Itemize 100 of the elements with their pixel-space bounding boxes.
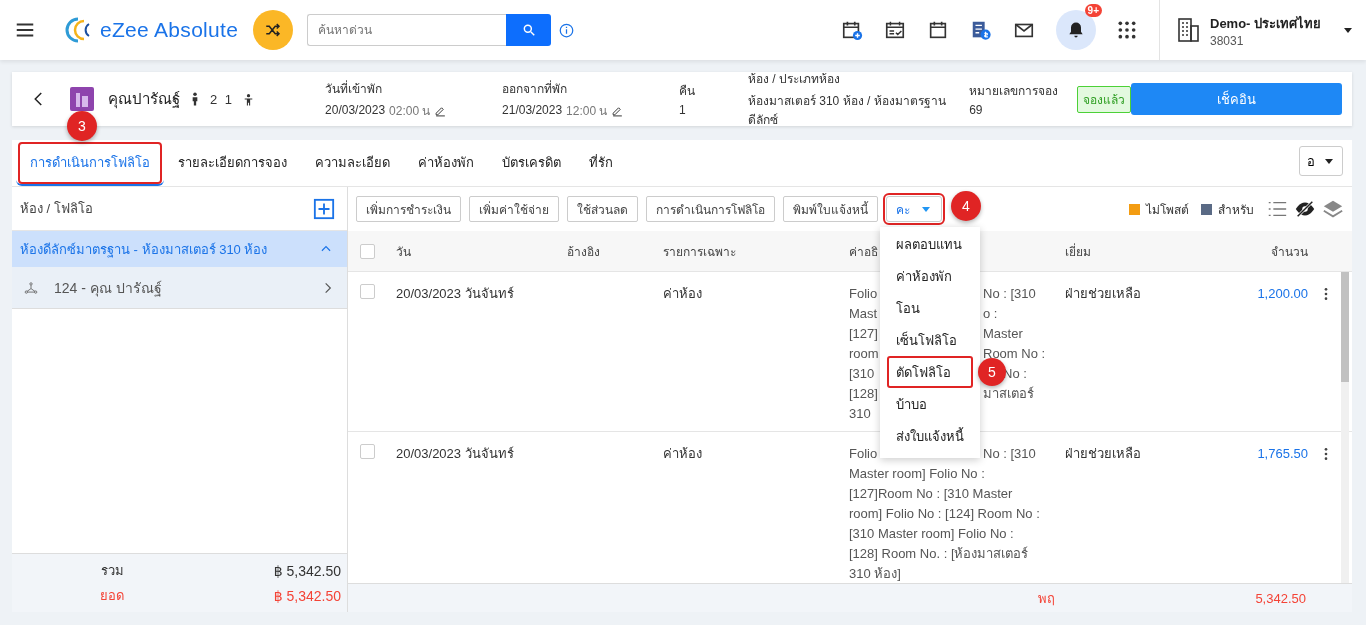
step-number-badge: 4 — [951, 191, 981, 221]
tab[interactable]: บัตรเครดิต — [488, 140, 575, 186]
field-value: 21/03/2023 — [502, 103, 563, 117]
toolbar-button[interactable]: เพิ่มการชำระเงิน — [356, 196, 461, 222]
calendar-add-icon — [841, 19, 863, 41]
field-label: ออกจากที่พัก — [502, 79, 569, 98]
description-text: [127]Room No : [310 Master — [849, 486, 1013, 501]
column-header: วัน — [396, 243, 411, 261]
total-label: รวม — [99, 562, 125, 580]
shuffle-button[interactable] — [253, 10, 294, 50]
table-cell-text: 20/03/2023 วันจันทร์ — [396, 445, 515, 463]
brand-name: eZee Absolute — [100, 18, 239, 42]
table-cell-text: ค่าห้อง — [663, 445, 703, 463]
apps-grid-icon — [1117, 20, 1137, 40]
calendar-icon — [927, 19, 949, 41]
column-header: ค่าอธิ — [849, 243, 878, 261]
guest-count: 2 1 — [210, 91, 235, 107]
field-label: หมายเลขการจอง — [969, 83, 1060, 100]
search-button[interactable] — [506, 14, 552, 46]
time-value: 12:00 น — [566, 102, 608, 120]
description-text: o : — [983, 306, 998, 321]
property-name: Demo- ประเทศไทย — [1210, 14, 1322, 33]
panel-title: ห้อง / โฟลิโอ — [20, 200, 93, 218]
field-label: คืน — [679, 83, 697, 100]
field-value: 20/03/2023 — [325, 103, 386, 117]
tab[interactable]: รายละเอียดการจอง — [164, 140, 301, 186]
description-text: [128] — [849, 386, 878, 401]
field-value: 1 — [679, 103, 686, 117]
description-text: มาสเตอร์ — [983, 386, 1034, 401]
description-text: [128] Room No. : [ห้องมาสเตอร์ — [849, 546, 1029, 561]
description-text: Folio — [849, 446, 878, 461]
hotel-icon — [70, 87, 94, 111]
menu-item[interactable]: ตัดโฟลิโอ — [887, 356, 973, 388]
description-text: Folio — [849, 286, 878, 301]
search-field[interactable]: ค้นหาด่วน — [307, 14, 507, 46]
description-text: Room No : — [983, 346, 1046, 361]
total-value: ฿ 5,342.50 — [272, 587, 341, 604]
total-label: ยอด — [99, 587, 125, 605]
footer-label: พฤ — [1038, 589, 1056, 608]
search-icon — [521, 23, 536, 37]
tab[interactable]: ค่าห้องพัก — [404, 140, 488, 186]
description-text: room] Folio No : [124] Room No : — [849, 506, 1040, 521]
step-number-badge: 5 — [978, 358, 1006, 386]
footer-total: 5,342.50 — [1255, 590, 1306, 606]
toolbar-button[interactable]: การดำเนินการโฟลิโอ — [646, 196, 775, 222]
table-cell-text: ฝ่ายช่วยเหลือ — [1065, 445, 1142, 463]
step-number-badge: 3 — [67, 111, 97, 141]
field-label: ห้อง / ประเภทห้อง — [747, 71, 841, 88]
shuffle-icon — [264, 21, 283, 39]
scrollbar-thumb[interactable] — [1341, 272, 1349, 382]
description-text: No : [310 — [983, 286, 1036, 301]
description-text: room — [849, 346, 879, 361]
toolbar-button[interactable]: เพิ่มค่าใช้จ่าย — [469, 196, 559, 222]
select-dropdown[interactable]: อ — [1299, 146, 1343, 176]
select-all-checkbox[interactable] — [360, 243, 375, 259]
column-header: รายการเฉพาะ — [663, 243, 736, 261]
status-badge: จองแล้ว — [1077, 85, 1132, 113]
info-icon — [559, 22, 575, 38]
toolbar-button[interactable]: พิมพ์ใบแจ้งหนี้ — [783, 196, 878, 222]
column-header: อ้างอิง — [567, 243, 600, 261]
description-text: No : [310 — [983, 446, 1036, 461]
description-text: Master room] Folio No : — [849, 466, 985, 481]
description-text: 310 — [849, 406, 871, 421]
table-cell-text: ฝ่ายช่วยเหลือ — [1065, 285, 1142, 303]
table-cell-text: 20/03/2023 วันจันทร์ — [396, 285, 515, 303]
column-header: จำนวน — [1271, 243, 1308, 261]
description-text: [127] — [849, 326, 878, 341]
split-icon — [24, 280, 38, 295]
layers-icon — [1322, 198, 1344, 220]
row-checkbox[interactable] — [360, 284, 375, 299]
eye-off-icon — [1294, 198, 1316, 220]
tab[interactable]: ความละเอียด — [301, 140, 404, 186]
legend-label: ไม่โพสต์ — [1146, 201, 1189, 219]
time-value: 02:00 น — [389, 102, 431, 120]
tab[interactable]: ที่รัก — [575, 140, 627, 186]
description-text: 310 ห้อง] — [849, 566, 901, 581]
notification-count: 9+ — [1084, 4, 1102, 17]
total-value: ฿ 5,342.50 — [272, 562, 341, 579]
row-checkbox[interactable] — [360, 444, 375, 459]
add-box-icon — [313, 197, 335, 220]
amount-cell-text: 1,200.00 — [1256, 285, 1308, 303]
property-code: 38031 — [1210, 33, 1245, 48]
amount-cell-text: 1,765.50 — [1256, 445, 1308, 463]
description-text: Mast — [849, 306, 878, 321]
description-text: Master — [983, 326, 1023, 341]
tab[interactable]: การดำเนินการโฟลิโอ — [16, 140, 164, 186]
field-value: ห้องมาสเตอร์ 310 ห้อง / ห้องมาตรฐานดีลักซ์ — [747, 93, 947, 129]
description-text: [310 Master room] Folio No : — [849, 526, 1014, 541]
check-in-button[interactable]: เช็คอิน — [1131, 83, 1342, 115]
field-label: วันที่เข้าพัก — [325, 79, 384, 98]
table-cell-text: ค่าห้อง — [663, 285, 703, 303]
description-text: [310 — [849, 366, 875, 381]
column-header: เยี่ยม — [1065, 242, 1091, 261]
toolbar-button[interactable]: ใช้ส่วนลด — [567, 196, 638, 222]
invoice-dollar-icon — [970, 19, 992, 41]
guest-name: คุณปารัณฐ์ — [108, 89, 180, 111]
legend-label: สำหรับ — [1218, 201, 1254, 219]
field-value: 69 — [969, 103, 983, 117]
folio-row[interactable]: 124 - คุณ ปารัณฐ์ — [12, 267, 347, 309]
calendar-check-icon — [884, 19, 906, 41]
